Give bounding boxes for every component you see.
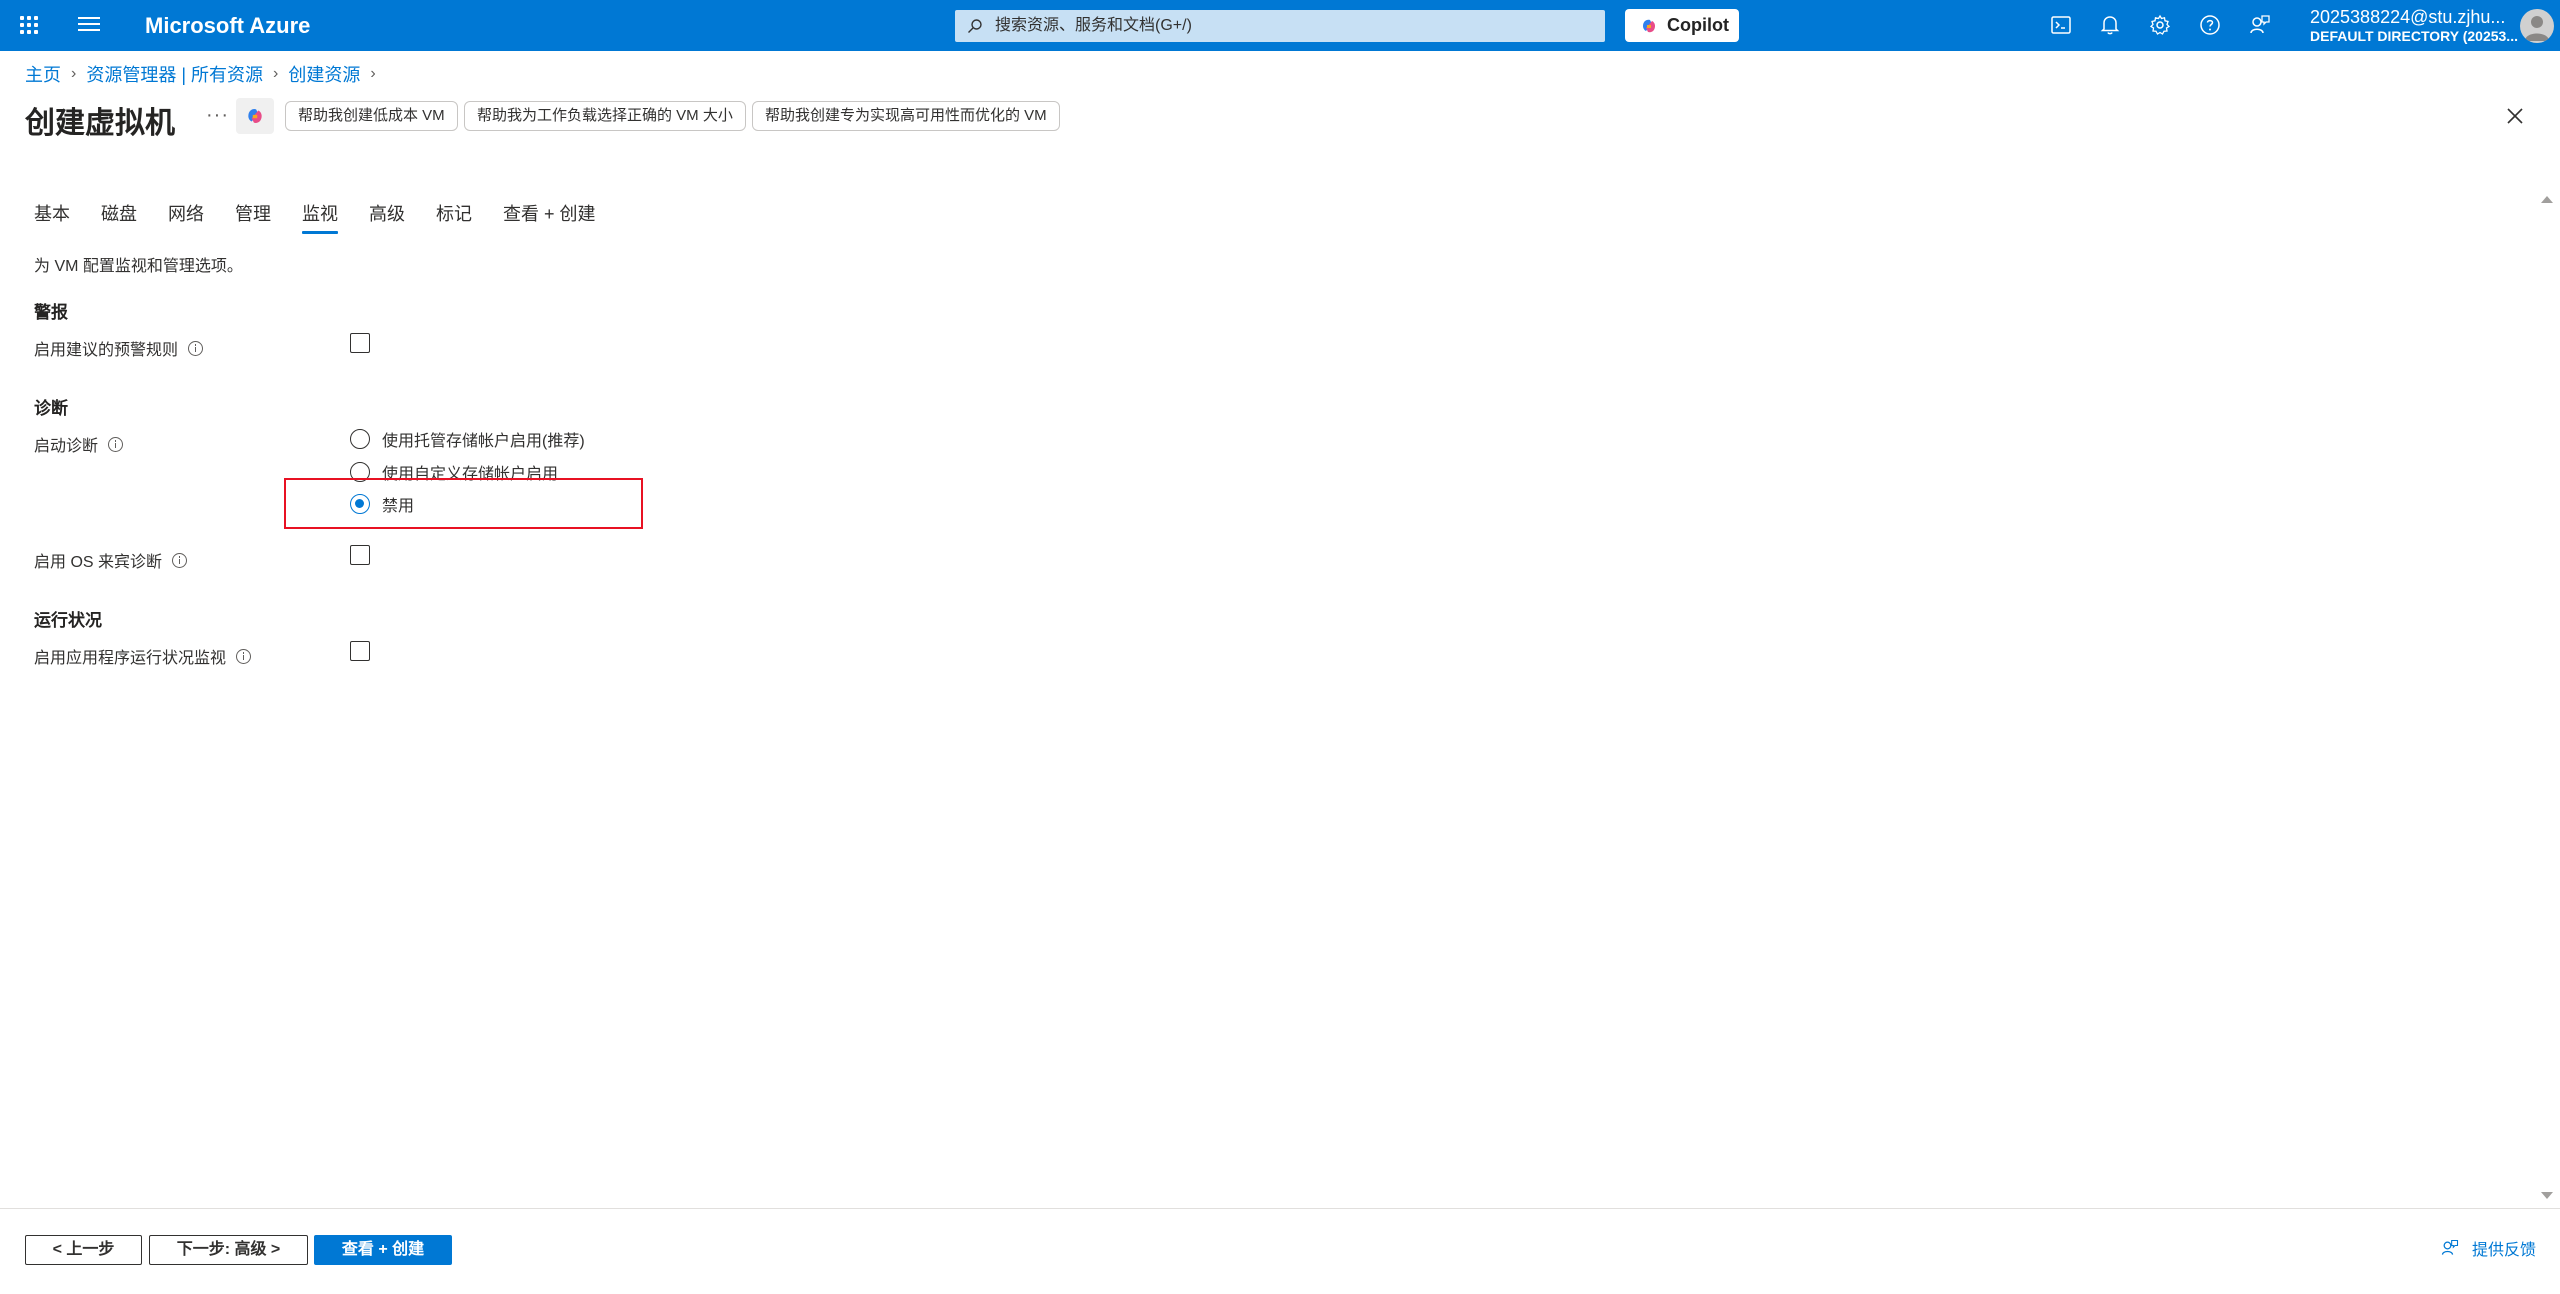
footer-divider <box>0 1208 2560 1209</box>
section-diagnostics-heading: 诊断 <box>34 399 68 418</box>
info-icon[interactable] <box>188 340 204 356</box>
info-icon[interactable] <box>172 552 188 568</box>
radio-managed-storage[interactable] <box>350 429 370 449</box>
previous-button[interactable]: < 上一步 <box>25 1235 142 1265</box>
os-guest-diagnostics-checkbox[interactable] <box>350 545 370 565</box>
portal-menu-icon[interactable] <box>78 17 100 33</box>
top-bar: Microsoft Azure 搜索资源、服务和文档(G+/) Copilot … <box>0 0 2560 51</box>
user-avatar-icon <box>2525 16 2549 41</box>
settings-gear-icon[interactable] <box>2148 13 2172 37</box>
breadcrumb-create-resource[interactable]: 创建资源 <box>288 61 360 87</box>
search-placeholder: 搜索资源、服务和文档(G+/) <box>995 17 1192 34</box>
copilot-label: Copilot <box>1667 15 1729 35</box>
suggestion-vm-size[interactable]: 帮助我为工作负载选择正确的 VM 大小 <box>464 101 746 131</box>
tab-description: 为 VM 配置监视和管理选项。 <box>34 258 243 275</box>
copilot-icon <box>1643 19 1655 33</box>
scroll-up-icon[interactable] <box>2541 196 2553 203</box>
give-feedback-link[interactable]: 提供反馈 <box>2440 1236 2536 1260</box>
close-icon[interactable] <box>2503 104 2527 128</box>
boot-diag-option-managed[interactable]: 使用托管存储帐户启用(推荐) <box>350 427 585 451</box>
global-search-input[interactable]: 搜索资源、服务和文档(G+/) <box>955 10 1605 42</box>
scroll-down-icon[interactable] <box>2541 1192 2553 1199</box>
cloud-shell-icon[interactable] <box>2049 13 2073 37</box>
info-icon[interactable] <box>108 436 124 452</box>
avatar[interactable] <box>2520 9 2554 43</box>
suggestion-high-availability[interactable]: 帮助我创建专为实现高可用性而优化的 VM <box>752 101 1060 131</box>
account-info[interactable]: 2025388224@stu.zjhu... DEFAULT DIRECTORY… <box>2310 6 2518 44</box>
breadcrumb-home[interactable]: 主页 <box>25 61 61 87</box>
copilot-button[interactable]: Copilot <box>1625 9 1739 42</box>
chevron-right-icon: › <box>273 65 279 82</box>
highlight-box <box>284 478 643 529</box>
app-launcher-icon[interactable] <box>18 14 40 36</box>
enable-alert-rules-checkbox[interactable] <box>350 333 370 353</box>
enable-alert-rules-text: 启用建议的预警规则 <box>34 342 179 359</box>
help-icon[interactable] <box>2198 13 2222 37</box>
tab-disks[interactable]: 磁盘 <box>101 200 137 234</box>
next-advanced-button[interactable]: 下一步: 高级 > <box>149 1235 308 1265</box>
radio-managed-storage-label: 使用托管存储帐户启用(推荐) <box>382 433 585 450</box>
tab-basics[interactable]: 基本 <box>34 200 70 234</box>
user-directory: DEFAULT DIRECTORY (20253... <box>2310 28 2518 44</box>
chevron-right-icon: › <box>71 65 77 82</box>
os-guest-diagnostics-label: 启用 OS 来宾诊断 <box>34 548 188 572</box>
tab-advanced[interactable]: 高级 <box>369 200 405 234</box>
chevron-right-icon: › <box>370 65 376 82</box>
breadcrumb: 主页 › 资源管理器 | 所有资源 › 创建资源 › <box>25 61 386 87</box>
tab-management[interactable]: 管理 <box>235 200 271 234</box>
feedback-icon <box>2441 1239 2459 1255</box>
feedback-icon[interactable] <box>2248 13 2272 37</box>
boot-diagnostics-label: 启动诊断 <box>34 432 124 456</box>
copilot-icon <box>248 109 262 123</box>
tab-review-create[interactable]: 查看 + 创建 <box>503 200 596 234</box>
feedback-label: 提供反馈 <box>2472 1242 2537 1259</box>
section-alerts-heading: 警报 <box>34 303 68 322</box>
user-email: 2025388224@stu.zjhu... <box>2310 7 2506 27</box>
suggestion-low-cost-vm[interactable]: 帮助我创建低成本 VM <box>285 101 458 131</box>
app-health-checkbox[interactable] <box>350 641 370 661</box>
brand-title[interactable]: Microsoft Azure <box>145 13 310 39</box>
more-options-button[interactable]: ··· <box>206 104 229 127</box>
section-health-heading: 运行状况 <box>34 611 102 630</box>
enable-alert-rules-label: 启用建议的预警规则 <box>34 336 204 360</box>
os-guest-diagnostics-text: 启用 OS 来宾诊断 <box>34 554 163 571</box>
app-health-label: 启用应用程序运行状况监视 <box>34 644 252 668</box>
notifications-bell-icon[interactable] <box>2098 13 2122 37</box>
search-icon <box>968 19 982 33</box>
boot-diagnostics-text: 启动诊断 <box>34 438 99 455</box>
breadcrumb-resource-manager[interactable]: 资源管理器 | 所有资源 <box>86 61 263 87</box>
review-create-button[interactable]: 查看 + 创建 <box>314 1235 452 1265</box>
tab-bar: 基本 磁盘 网络 管理 监视 高级 标记 查看 + 创建 <box>34 200 627 234</box>
app-health-text: 启用应用程序运行状况监视 <box>34 650 227 667</box>
tab-monitoring[interactable]: 监视 <box>302 200 338 234</box>
tab-networking[interactable]: 网络 <box>168 200 204 234</box>
info-icon[interactable] <box>236 648 252 664</box>
page-title: 创建虚拟机 <box>25 107 175 140</box>
copilot-suggestions-button[interactable] <box>236 98 274 134</box>
tab-tags[interactable]: 标记 <box>436 200 472 234</box>
